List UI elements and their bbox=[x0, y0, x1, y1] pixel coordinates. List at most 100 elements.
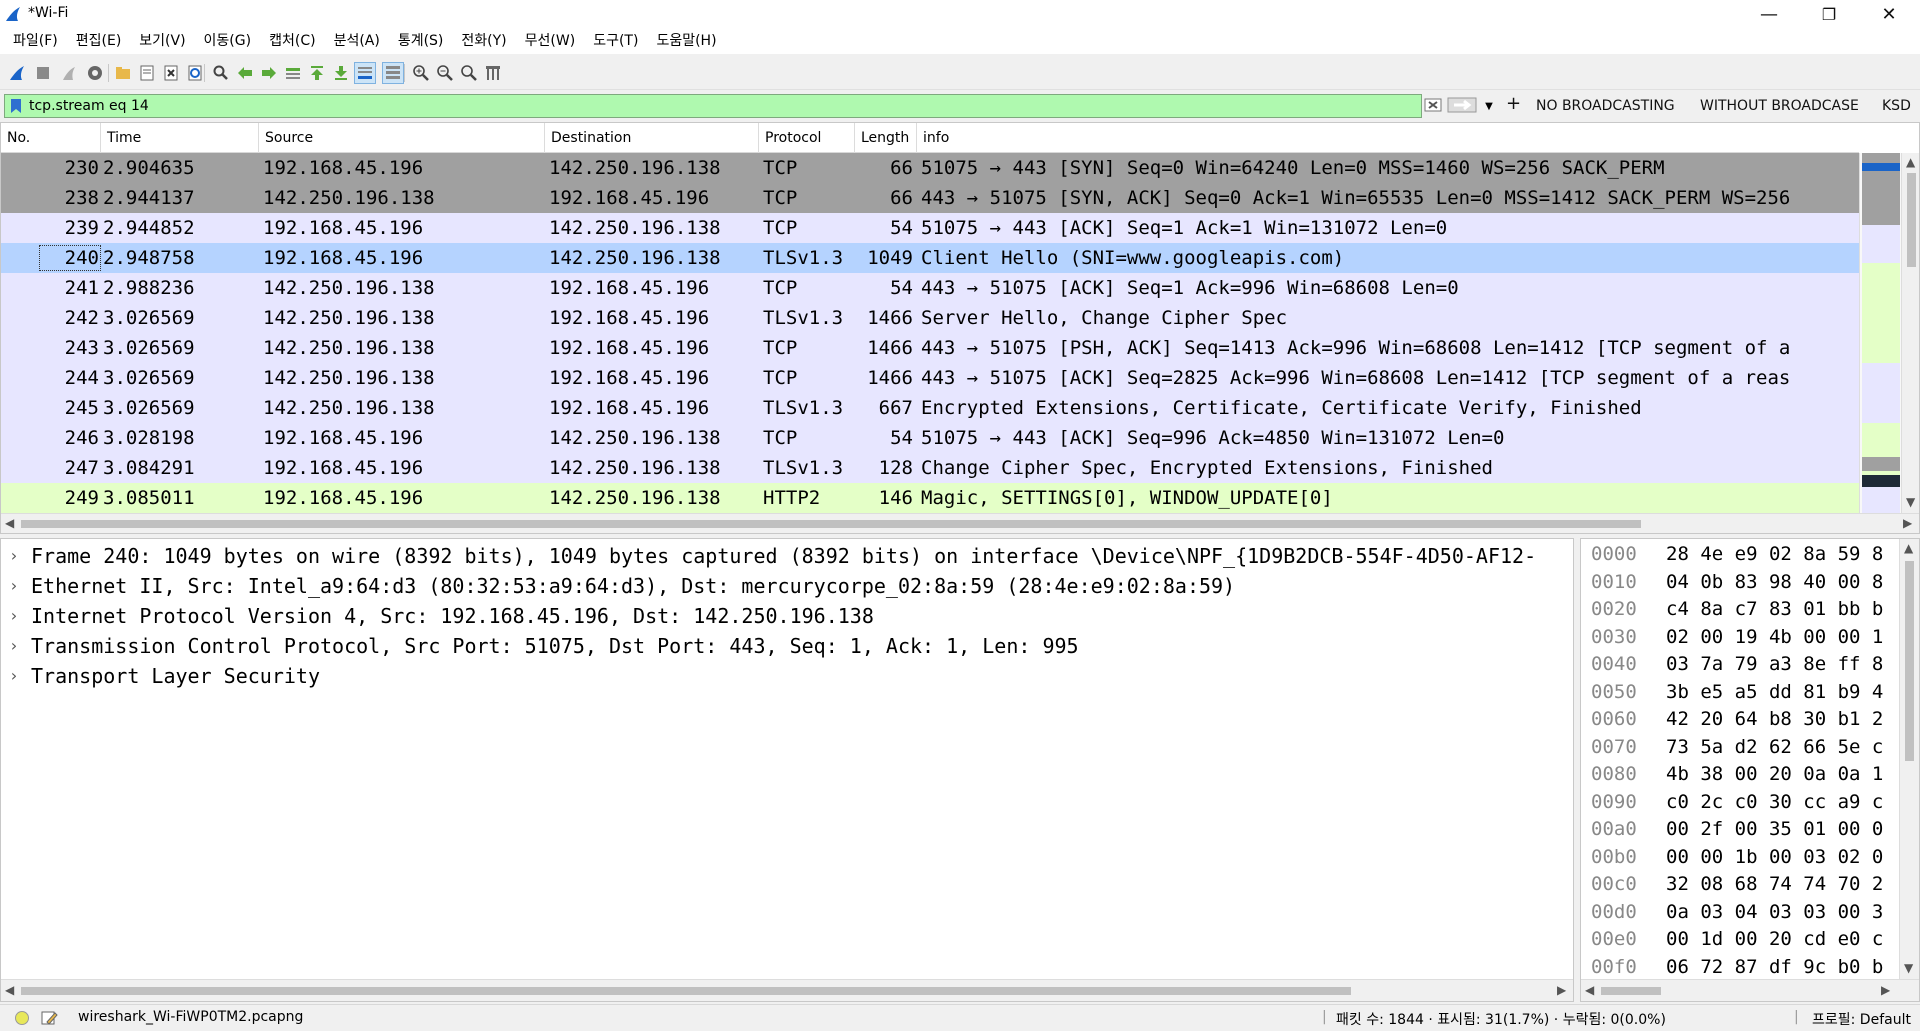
filter-button-ksd[interactable]: KSD bbox=[1882, 98, 1911, 114]
bytes-horizontal-scrollbar[interactable]: ◀ ▶ bbox=[1581, 979, 1919, 1001]
display-filter-input[interactable] bbox=[29, 95, 1409, 117]
packet-row[interactable]: 242 3.026569 142.250.196.138 192.168.45.196… bbox=[1, 303, 1859, 333]
column-length[interactable]: Length bbox=[855, 123, 917, 153]
save-file-button[interactable] bbox=[136, 62, 158, 84]
packet-list-vertical-scrollbar[interactable]: ▲ ▼ bbox=[1901, 153, 1919, 513]
autoscroll-button[interactable] bbox=[354, 62, 376, 84]
bytes-row[interactable]: 0060 42 20 64 b8 30 b1 2 bbox=[1581, 706, 1899, 734]
bytes-vertical-scrollbar[interactable]: ▲ ▼ bbox=[1899, 539, 1919, 979]
first-packet-button[interactable] bbox=[306, 62, 328, 84]
column-no[interactable]: No. bbox=[1, 123, 101, 153]
packet-row[interactable]: 241 2.988236 142.250.196.138 192.168.45.196… bbox=[1, 273, 1859, 303]
packet-row[interactable]: 243 3.026569 142.250.196.138 192.168.45.196… bbox=[1, 333, 1859, 363]
bytes-row[interactable]: 0010 04 0b 83 98 40 00 8 bbox=[1581, 569, 1899, 597]
menu-wireless[interactable]: 무선(W) bbox=[516, 28, 585, 54]
scroll-up-icon[interactable]: ▲ bbox=[1906, 155, 1915, 169]
resize-columns-button[interactable] bbox=[482, 62, 504, 84]
menu-telephony[interactable]: 전화(Y) bbox=[452, 28, 515, 54]
colorize-button[interactable] bbox=[382, 62, 404, 84]
menu-help[interactable]: 도움말(H) bbox=[647, 28, 725, 54]
reload-file-button[interactable] bbox=[184, 62, 206, 84]
filter-history-dropdown[interactable]: ▼ bbox=[1482, 94, 1496, 118]
scroll-down-icon[interactable]: ▼ bbox=[1906, 495, 1915, 509]
bytes-row[interactable]: 00f0 06 72 87 df 9c b0 b bbox=[1581, 954, 1899, 982]
menu-analyze[interactable]: 분석(A) bbox=[325, 28, 389, 54]
minimize-button[interactable]: — bbox=[1740, 0, 1798, 28]
menu-file[interactable]: 파일(F) bbox=[4, 28, 67, 54]
chevron-right-icon[interactable]: › bbox=[9, 541, 21, 571]
tree-item-ethernet[interactable]: › Ethernet II, Src: Intel_a9:64:d3 (80:3… bbox=[1, 571, 1573, 601]
tree-item-ipv4[interactable]: › Internet Protocol Version 4, Src: 192.… bbox=[1, 601, 1573, 631]
restore-button[interactable]: ❐ bbox=[1800, 0, 1858, 28]
chevron-right-icon[interactable]: › bbox=[9, 571, 21, 601]
bytes-row[interactable]: 0030 02 00 19 4b 00 00 1 bbox=[1581, 624, 1899, 652]
scroll-down-icon[interactable]: ▼ bbox=[1904, 961, 1913, 975]
bytes-row[interactable]: 00c0 32 08 68 74 74 70 2 bbox=[1581, 871, 1899, 899]
packet-row[interactable]: 239 2.944852 192.168.45.196 142.250.196.138… bbox=[1, 213, 1859, 243]
bytes-row[interactable]: 00d0 0a 03 04 03 03 00 3 bbox=[1581, 899, 1899, 927]
add-filter-button[interactable]: + bbox=[1506, 93, 1521, 114]
packet-row[interactable]: 238 2.944137 142.250.196.138 192.168.45.196… bbox=[1, 183, 1859, 213]
close-button[interactable]: ✕ bbox=[1860, 0, 1918, 28]
menu-go[interactable]: 이동(G) bbox=[195, 28, 261, 54]
go-back-button[interactable] bbox=[234, 62, 256, 84]
scroll-left-icon[interactable]: ◀ bbox=[1585, 983, 1594, 997]
tree-item-tls[interactable]: › Transport Layer Security bbox=[1, 661, 1573, 691]
bytes-row[interactable]: 0080 4b 38 00 20 0a 0a 1 bbox=[1581, 761, 1899, 789]
capture-options-button[interactable] bbox=[84, 62, 106, 84]
packet-row[interactable]: 246 3.028198 192.168.45.196 142.250.196.138… bbox=[1, 423, 1859, 453]
menu-capture[interactable]: 캡처(C) bbox=[260, 28, 324, 54]
scroll-left-icon[interactable]: ◀ bbox=[5, 516, 14, 530]
column-info[interactable]: info bbox=[917, 123, 1859, 153]
chevron-right-icon[interactable]: › bbox=[9, 661, 21, 691]
menu-statistics[interactable]: 통계(S) bbox=[389, 28, 453, 54]
bytes-row[interactable]: 0070 73 5a d2 62 66 5e c bbox=[1581, 734, 1899, 762]
restart-capture-button[interactable] bbox=[58, 62, 80, 84]
bytes-row[interactable]: 0000 28 4e e9 02 8a 59 8 bbox=[1581, 541, 1899, 569]
scroll-right-icon[interactable]: ▶ bbox=[1557, 983, 1566, 997]
column-destination[interactable]: Destination bbox=[545, 123, 759, 153]
tree-item-frame[interactable]: › Frame 240: 1049 bytes on wire (8392 bi… bbox=[1, 541, 1573, 571]
column-protocol[interactable]: Protocol bbox=[759, 123, 855, 153]
display-filter-field[interactable] bbox=[4, 94, 1422, 118]
scroll-right-icon[interactable]: ▶ bbox=[1881, 983, 1890, 997]
tree-item-tcp[interactable]: › Transmission Control Protocol, Src Por… bbox=[1, 631, 1573, 661]
scroll-thumb[interactable] bbox=[1601, 987, 1661, 995]
column-source[interactable]: Source bbox=[259, 123, 545, 153]
packet-list-horizontal-scrollbar[interactable]: ◀ ▶ bbox=[1, 513, 1919, 533]
scroll-up-icon[interactable]: ▲ bbox=[1904, 541, 1913, 555]
profile-selector[interactable]: 프로필: Default bbox=[1812, 1009, 1911, 1029]
bytes-row[interactable]: 00e0 00 1d 00 20 cd e0 c bbox=[1581, 926, 1899, 954]
scroll-thumb[interactable] bbox=[21, 520, 1641, 528]
zoom-reset-button[interactable] bbox=[458, 62, 480, 84]
filter-button-without-broadcase[interactable]: WITHOUT BROADCASE bbox=[1700, 98, 1859, 114]
expert-info-button[interactable] bbox=[14, 1010, 30, 1030]
capture-comment-button[interactable] bbox=[40, 1009, 58, 1031]
bytes-row[interactable]: 00b0 00 00 1b 00 03 02 0 bbox=[1581, 844, 1899, 872]
scroll-thumb[interactable] bbox=[21, 987, 1351, 995]
menu-view[interactable]: 보기(V) bbox=[130, 28, 194, 54]
go-forward-button[interactable] bbox=[258, 62, 280, 84]
bytes-row[interactable]: 0040 03 7a 79 a3 8e ff 8 bbox=[1581, 651, 1899, 679]
packet-list-minimap[interactable] bbox=[1859, 153, 1901, 513]
apply-filter-button[interactable] bbox=[1446, 94, 1480, 118]
column-time[interactable]: Time bbox=[101, 123, 259, 153]
bytes-row[interactable]: 00a0 00 2f 00 35 01 00 0 bbox=[1581, 816, 1899, 844]
packet-row[interactable]: 230 2.904635 192.168.45.196 142.250.196.138… bbox=[1, 153, 1859, 183]
bookmark-icon[interactable] bbox=[9, 98, 23, 114]
stop-capture-button[interactable] bbox=[32, 62, 54, 84]
scroll-right-icon[interactable]: ▶ bbox=[1903, 516, 1912, 530]
find-packet-button[interactable] bbox=[210, 62, 232, 84]
menu-edit[interactable]: 편집(E) bbox=[67, 28, 131, 54]
clear-filter-button[interactable] bbox=[1422, 94, 1446, 118]
packet-row[interactable]: 245 3.026569 142.250.196.138 192.168.45.196… bbox=[1, 393, 1859, 423]
filter-button-no-broadcasting[interactable]: NO BROADCASTING bbox=[1536, 98, 1675, 114]
chevron-right-icon[interactable]: › bbox=[9, 601, 21, 631]
bytes-row[interactable]: 0050 3b e5 a5 dd 81 b9 4 bbox=[1581, 679, 1899, 707]
zoom-out-button[interactable] bbox=[434, 62, 456, 84]
start-capture-button[interactable] bbox=[6, 62, 28, 84]
menu-tools[interactable]: 도구(T) bbox=[584, 28, 647, 54]
last-packet-button[interactable] bbox=[330, 62, 352, 84]
scroll-thumb[interactable] bbox=[1905, 561, 1914, 761]
packet-row[interactable]: 240 2.948758 192.168.45.196 142.250.196.138… bbox=[1, 243, 1859, 273]
